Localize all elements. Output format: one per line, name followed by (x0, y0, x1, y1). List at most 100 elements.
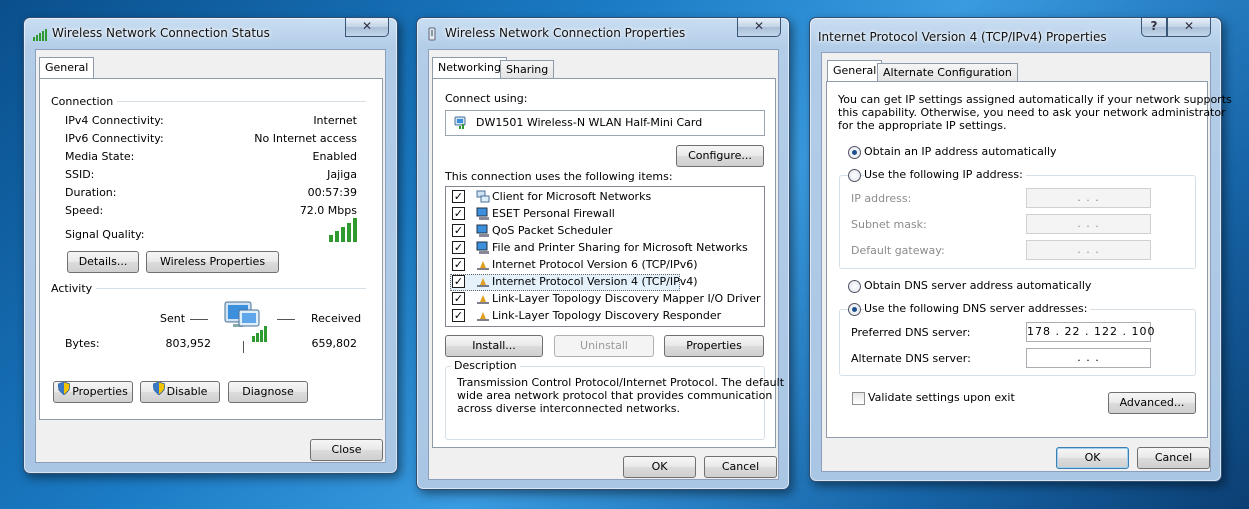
details-button[interactable]: Details... (67, 251, 139, 273)
use-following-ip-radio[interactable] (848, 169, 861, 182)
obtain-dns-auto-radio[interactable] (848, 280, 861, 293)
signal-quality-label: Signal Quality: (65, 228, 145, 241)
intro-line: You can get IP settings assigned automat… (838, 93, 1232, 106)
protocol-icon (477, 295, 489, 304)
item-label: Internet Protocol Version 4 (TCP/IPv4) (492, 275, 698, 288)
sent-label: Sent (160, 312, 186, 325)
ok-button[interactable]: OK (623, 456, 696, 478)
ok-button[interactable]: OK (1056, 447, 1129, 469)
item-checkbox[interactable]: ✓ (452, 224, 465, 237)
properties-titlebar[interactable]: Wireless Network Connection Properties ✕ (417, 18, 789, 48)
item-checkbox[interactable]: ✓ (452, 258, 465, 271)
window-title: Wireless Network Connection Properties (445, 26, 686, 40)
uninstall-button[interactable]: Uninstall (554, 335, 654, 357)
components-list[interactable]: ✓ Client for Microsoft Networks ✓ ESET P… (445, 186, 765, 327)
general-panel: Connection IPv4 Connectivity: Internet I… (39, 78, 383, 420)
list-item-selected[interactable]: ✓ Internet Protocol Version 4 (TCP/IPv4) (450, 274, 698, 291)
bytes-label: Bytes: (65, 337, 100, 350)
list-item[interactable]: ✓ Link-Layer Topology Discovery Mapper I… (450, 291, 761, 308)
default-gateway-field[interactable]: . . . (1026, 240, 1151, 260)
list-item[interactable]: ✓ Client for Microsoft Networks (450, 189, 760, 206)
network-service-icon (476, 207, 489, 220)
item-checkbox[interactable]: ✓ (452, 275, 465, 288)
preferred-dns-field[interactable]: 178 . 22 . 122 . 100 (1026, 322, 1154, 342)
subnet-mask-field[interactable]: . . . (1026, 214, 1151, 234)
ipv4-client-area: General Alternate Configuration You can … (821, 52, 1232, 472)
list-item[interactable]: ✓ QoS Packet Scheduler (450, 223, 760, 240)
subnet-mask-label: Subnet mask: (851, 218, 927, 231)
disable-button[interactable]: Disable (140, 381, 220, 403)
received-label: Received (311, 312, 362, 325)
row-label: Duration: (65, 186, 117, 199)
item-label: ESET Personal Firewall (492, 207, 615, 220)
row-value: 00:57:39 (307, 186, 357, 199)
ipv4-window: Internet Protocol Version 4 (TCP/IPv4) P… (809, 17, 1232, 482)
networking-panel: Connect using: DW1501 Wireless-N WLAN Ha… (432, 78, 784, 448)
validate-label[interactable]: Validate settings upon exit (868, 391, 1015, 404)
ip-address-field[interactable]: . . . (1026, 188, 1151, 208)
network-adapter-icon (428, 27, 436, 41)
close-icon[interactable]: ✕ (345, 18, 389, 37)
cancel-button[interactable]: Cancel (1137, 447, 1210, 469)
tab-networking[interactable]: Networking (432, 57, 507, 79)
item-properties-button[interactable]: Properties (664, 335, 764, 357)
description-line: across diverse interconnected networks. (457, 402, 680, 415)
configure-button[interactable]: Configure... (676, 145, 764, 167)
list-item[interactable]: ✓ Link-Layer Topology Discovery Responde… (450, 308, 760, 325)
row-value: 72.0 Mbps (299, 204, 357, 217)
ip-address-label: IP address: (851, 192, 912, 205)
validate-checkbox[interactable] (852, 392, 865, 405)
item-checkbox[interactable]: ✓ (452, 292, 465, 305)
item-checkbox[interactable]: ✓ (452, 207, 465, 220)
obtain-ip-auto-label[interactable]: Obtain an IP address automatically (864, 145, 1057, 158)
network-computers-icon (224, 301, 267, 342)
adapter-box: DW1501 Wireless-N WLAN Half-Mini Card (445, 110, 765, 136)
properties-button[interactable]: Properties (53, 381, 133, 403)
connect-using-label: Connect using: (445, 92, 528, 105)
use-following-dns-radio[interactable] (848, 303, 861, 316)
obtain-dns-auto-label[interactable]: Obtain DNS server address automatically (864, 279, 1091, 292)
tab-sharing[interactable]: Sharing (500, 60, 555, 79)
tab-general[interactable]: General (39, 57, 95, 79)
use-following-dns-label[interactable]: Use the following DNS server addresses: (864, 302, 1091, 315)
status-window: Wireless Network Connection Status ✕ Gen… (23, 17, 398, 474)
help-icon[interactable]: ? (1141, 18, 1167, 37)
cancel-button[interactable]: Cancel (704, 456, 777, 478)
advanced-button[interactable]: Advanced... (1108, 392, 1196, 414)
status-titlebar[interactable]: Wireless Network Connection Status ✕ (24, 18, 397, 48)
tab-alternate-configuration[interactable]: Alternate Configuration (877, 63, 1018, 82)
item-label: Internet Protocol Version 6 (TCP/IPv6) (492, 258, 698, 271)
item-label: Link-Layer Topology Discovery Mapper I/O… (492, 292, 761, 305)
install-button[interactable]: Install... (445, 335, 543, 357)
close-icon[interactable]: ✕ (1167, 18, 1211, 37)
item-checkbox[interactable]: ✓ (452, 190, 465, 203)
row-label: Speed: (65, 204, 104, 217)
close-button[interactable]: Close (310, 439, 383, 461)
item-checkbox[interactable]: ✓ (452, 241, 465, 254)
list-item[interactable]: ✓ Internet Protocol Version 6 (TCP/IPv6) (450, 257, 760, 274)
intro-line: for the appropriate IP settings. (838, 119, 1007, 132)
list-item[interactable]: ✓ File and Printer Sharing for Microsoft… (450, 240, 760, 257)
signal-strength-icon (329, 218, 357, 242)
row-label: IPv4 Connectivity: (65, 114, 164, 127)
row-value: No Internet access (254, 132, 357, 145)
row-label: Media State: (65, 150, 135, 163)
row-value: Internet (313, 114, 357, 127)
ipv4-titlebar[interactable]: Internet Protocol Version 4 (TCP/IPv4) P… (810, 18, 1221, 48)
network-service-icon (476, 224, 489, 237)
obtain-ip-auto-radio[interactable] (848, 146, 861, 159)
alternate-dns-field[interactable]: . . . (1026, 348, 1151, 368)
bytes-received-value: 659,802 (311, 337, 358, 350)
close-icon[interactable]: ✕ (737, 18, 781, 37)
wireless-properties-button[interactable]: Wireless Properties (146, 251, 279, 273)
use-following-ip-label[interactable]: Use the following IP address: (864, 168, 1026, 181)
list-item[interactable]: ✓ ESET Personal Firewall (450, 206, 760, 223)
network-service-icon (476, 241, 489, 254)
protocol-icon (477, 312, 489, 321)
tab-general[interactable]: General (827, 60, 883, 82)
row-label: IPv6 Connectivity: (65, 132, 164, 145)
item-checkbox[interactable]: ✓ (452, 309, 465, 322)
adapter-icon (454, 116, 466, 129)
intro-line: this capability. Otherwise, you need to … (838, 106, 1226, 119)
diagnose-button[interactable]: Diagnose (228, 381, 308, 403)
